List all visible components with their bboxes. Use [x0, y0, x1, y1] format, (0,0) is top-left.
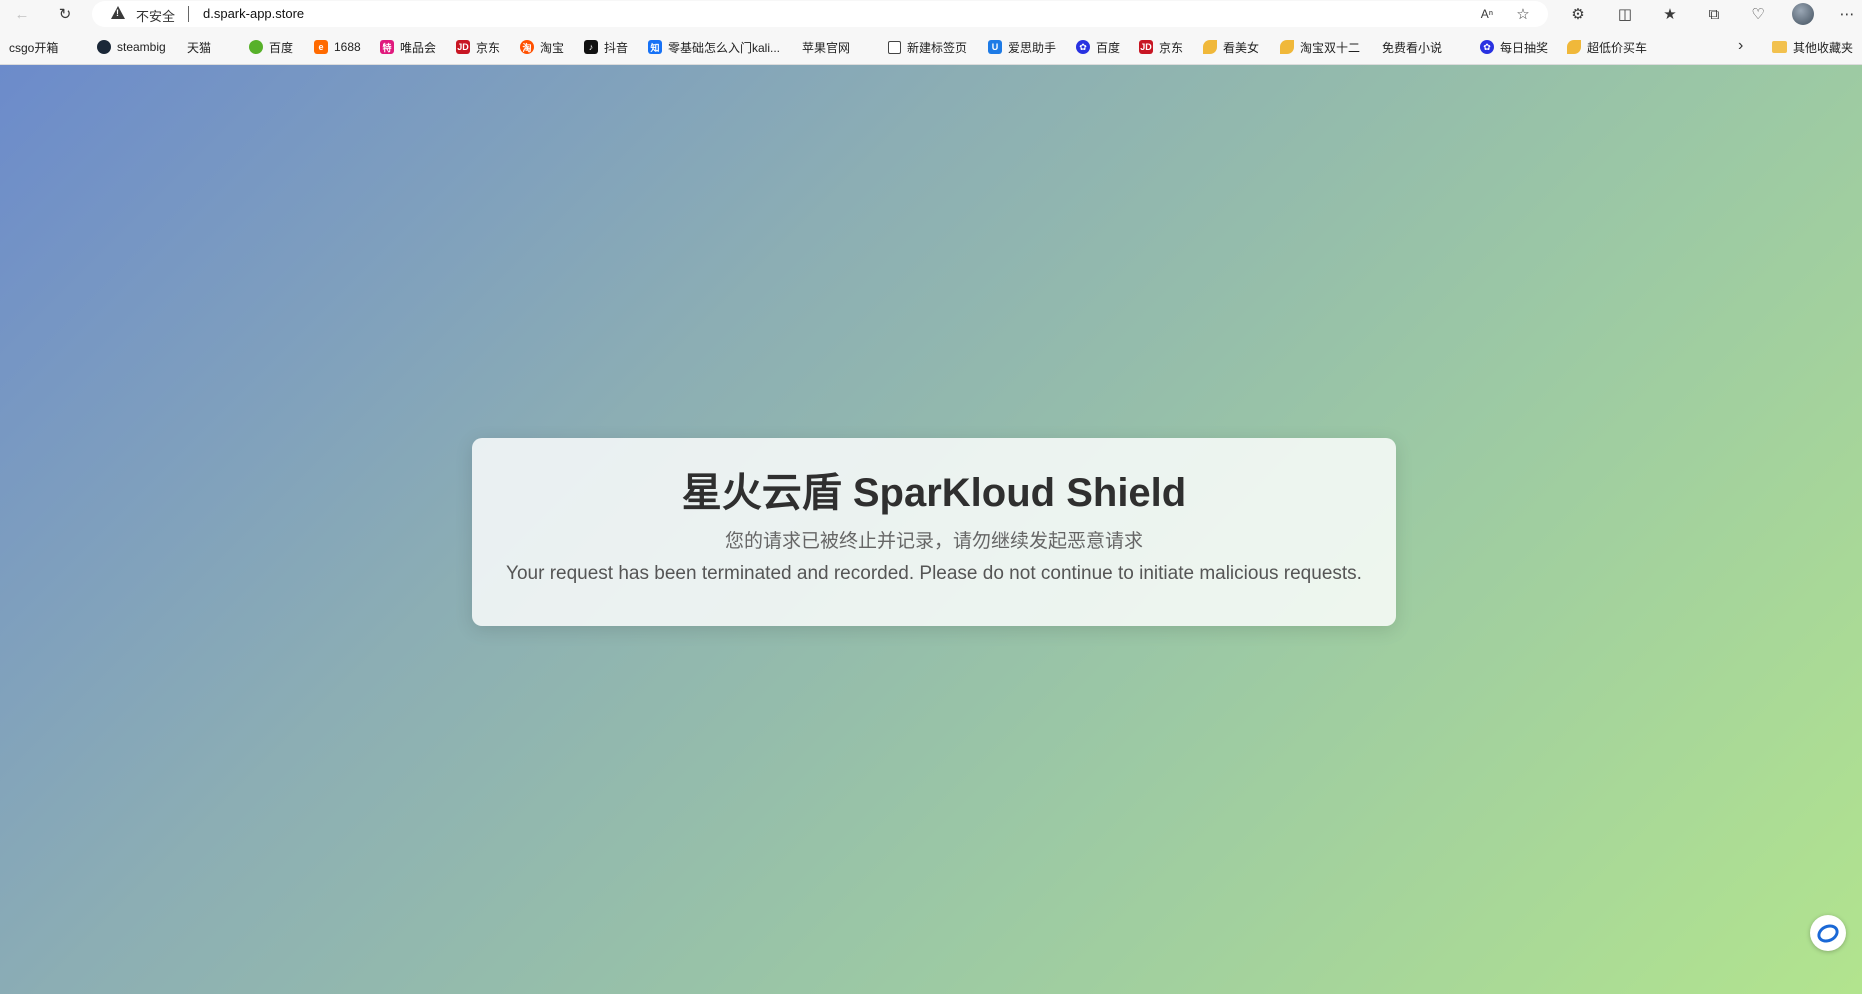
steam-icon — [97, 40, 111, 54]
alibaba-icon: e — [314, 40, 328, 54]
url-text[interactable]: d.spark-app.store — [203, 6, 304, 21]
bookmark-label: 京东 — [476, 40, 501, 55]
bookmarks-bar: csgo开箱 steambig 天猫 百度 e 1688 特唯品会 JD 京东 淘淘… — [0, 28, 1862, 117]
warning-icon — [111, 6, 125, 19]
address-separator — [188, 6, 189, 22]
assistant-icon — [1814, 920, 1842, 946]
bookmark-zhihu-kali[interactable]: 知零基础怎么入门kali... — [648, 38, 780, 56]
i4-icon: U — [988, 40, 1002, 54]
bookmark-label: 苹果官网 — [802, 40, 851, 55]
vip-icon: 特 — [380, 40, 394, 54]
bookmark-taobao-1212[interactable]: 淘宝双十二 — [1280, 38, 1360, 56]
bookmark-1688[interactable]: e 1688 — [314, 38, 361, 56]
back-icon[interactable]: ← — [10, 2, 34, 26]
read-aloud-icon[interactable]: Aⁿ — [1475, 2, 1499, 26]
leaf-icon — [1567, 40, 1581, 54]
bookmark-label: 超低价买车 — [1587, 40, 1648, 55]
leaf-icon — [1203, 40, 1217, 54]
favorites-icon[interactable]: ★ — [1658, 2, 1682, 26]
bookmark-beauty[interactable]: 看美女 — [1203, 38, 1259, 56]
bookmark-i4[interactable]: U 爱思助手 — [988, 38, 1056, 56]
bookmark-label: 淘宝双十二 — [1300, 40, 1361, 55]
page-title: 星火云盾 SparKloud Shield — [681, 471, 1187, 515]
security-label[interactable]: 不安全 — [136, 6, 175, 25]
bookmark-baidu-2[interactable]: ✿ 百度 — [1076, 38, 1120, 56]
bookmark-label: 淘宝 — [540, 40, 565, 55]
extensions-icon[interactable]: ⚙ — [1566, 2, 1590, 26]
bookmark-label: 百度 — [269, 40, 294, 55]
bookmark-label: 新建标签页 — [907, 40, 968, 55]
bookmark-label: 京东 — [1159, 40, 1184, 55]
bookmark-label: 抖音 — [604, 40, 629, 55]
more-icon[interactable]: ⋯ — [1835, 2, 1859, 26]
folder-icon — [1772, 41, 1787, 53]
douyin-icon: ♪ — [584, 40, 598, 54]
zhihu-icon: 知 — [648, 40, 662, 54]
bookmark-label: 免费看小说 — [1382, 40, 1443, 55]
bookmark-vip[interactable]: 特唯品会 — [380, 38, 436, 56]
assistant-float-button[interactable] — [1810, 915, 1846, 951]
bookmark-label: 唯品会 — [400, 40, 437, 55]
bookmark-steambig[interactable]: steambig — [97, 38, 166, 56]
address-bar[interactable]: 不安全 d.spark-app.store Aⁿ ☆ — [92, 1, 1548, 27]
collections-icon[interactable]: ⧉ — [1702, 2, 1726, 26]
bookmark-douyin[interactable]: ♪ 抖音 — [584, 38, 628, 56]
chevron-right-icon[interactable]: › — [1738, 37, 1743, 55]
jd-icon: JD — [1139, 40, 1153, 54]
jd-icon: JD — [456, 40, 470, 54]
refresh-icon[interactable]: ↻ — [53, 2, 77, 26]
taobao-icon: 淘 — [520, 40, 534, 54]
baidu-icon — [249, 40, 263, 54]
split-screen-icon[interactable]: ◫ — [1613, 2, 1637, 26]
bookmark-csgo[interactable]: csgo开箱 — [9, 38, 59, 117]
bookmark-novels[interactable]: 免费看小说 — [1382, 38, 1443, 117]
bookmark-label: 零基础怎么入门kali... — [668, 40, 781, 55]
message-english: Your request has been terminated and rec… — [506, 563, 1362, 584]
baidu-paw-icon: ✿ — [1076, 40, 1090, 54]
profile-avatar[interactable] — [1791, 2, 1815, 26]
other-bookmarks-folder[interactable]: 其他收藏夹 — [1772, 38, 1853, 56]
new-tab-icon — [888, 40, 901, 54]
leaf-icon — [1280, 40, 1294, 54]
favorite-star-icon[interactable]: ☆ — [1511, 2, 1535, 26]
bookmark-new-tab[interactable]: 新建标签页 — [888, 38, 967, 56]
message-chinese: 您的请求已被终止并记录，请勿继续发起恶意请求 — [724, 531, 1143, 552]
bookmark-label: 其他收藏夹 — [1793, 40, 1854, 55]
browser-essentials-icon[interactable]: ♡ — [1746, 2, 1770, 26]
bookmark-label: 天猫 — [187, 40, 212, 55]
bookmark-label: 百度 — [1096, 40, 1121, 55]
bookmark-label: 每日抽奖 — [1500, 40, 1549, 55]
bookmark-label: 看美女 — [1223, 40, 1260, 55]
bookmark-label: 1688 — [334, 40, 361, 54]
bookmark-lottery[interactable]: ✿ 每日抽奖 — [1480, 38, 1548, 56]
bookmark-jd-2[interactable]: JD 京东 — [1139, 38, 1183, 56]
bookmark-label: csgo开箱 — [9, 40, 59, 55]
bookmark-taobao[interactable]: 淘淘宝 — [520, 38, 564, 56]
bookmark-label: steambig — [117, 40, 166, 54]
bookmark-apple[interactable]: 苹果官网 — [802, 38, 851, 117]
page-background: 星火云盾 SparKloud Shield 您的请求已被终止并记录，请勿继续发起… — [0, 65, 1862, 994]
bookmark-baidu-1[interactable]: 百度 — [249, 38, 293, 56]
bookmark-cheap-car[interactable]: 超低价买车 — [1567, 38, 1647, 56]
block-message-card: 星火云盾 SparKloud Shield 您的请求已被终止并记录，请勿继续发起… — [472, 438, 1396, 626]
bookmark-jd-1[interactable]: JD 京东 — [456, 38, 500, 56]
bookmark-label: 爱思助手 — [1008, 40, 1057, 55]
browser-toolbar: ← ↻ 不安全 d.spark-app.store Aⁿ ☆ ⚙ ◫ ★ ⧉ ♡… — [0, 0, 1862, 28]
baidu-paw-icon: ✿ — [1480, 40, 1494, 54]
bookmark-tmall[interactable]: 天猫 — [187, 38, 212, 117]
